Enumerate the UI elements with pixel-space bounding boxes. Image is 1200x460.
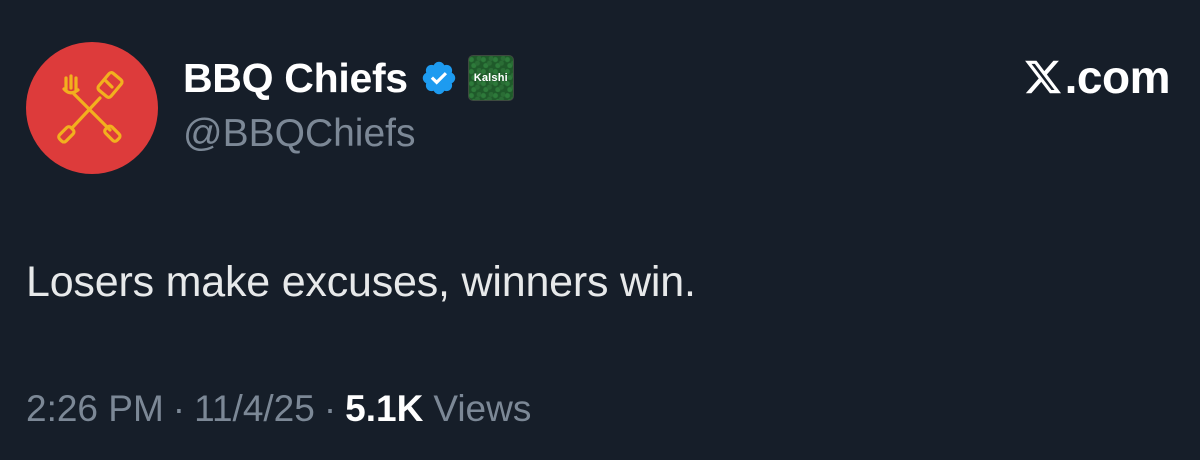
display-name[interactable]: BBQ Chiefs [183,55,408,102]
tweet-card: BBQ Chiefs Kalshi @BBQChiefs .com Losers… [0,0,1200,460]
meta-separator: · [323,388,337,429]
meta-separator: · [172,388,186,429]
display-name-row: BBQ Chiefs Kalshi [183,50,514,106]
tweet-meta: 2:26 PM · 11/4/25 · 5.1K Views [26,388,531,430]
tweet-time[interactable]: 2:26 PM [26,388,164,430]
site-label: .com [1023,50,1171,104]
affiliate-badge-label: Kalshi [473,72,508,84]
site-domain-label: .com [1064,51,1171,103]
avatar[interactable] [26,42,158,174]
tweet-text: Losers make excuses, winners win. [26,258,696,306]
views-label: Views [433,388,532,429]
crossed-fork-spatula-icon [57,71,124,144]
tweet-date[interactable]: 11/4/25 [194,388,315,430]
user-handle[interactable]: @BBQChiefs [183,112,416,156]
x-logo-icon [1023,57,1063,97]
verified-badge-icon[interactable] [420,59,458,97]
affiliate-badge[interactable]: Kalshi [467,55,514,101]
views-count[interactable]: 5.1K [345,388,423,430]
